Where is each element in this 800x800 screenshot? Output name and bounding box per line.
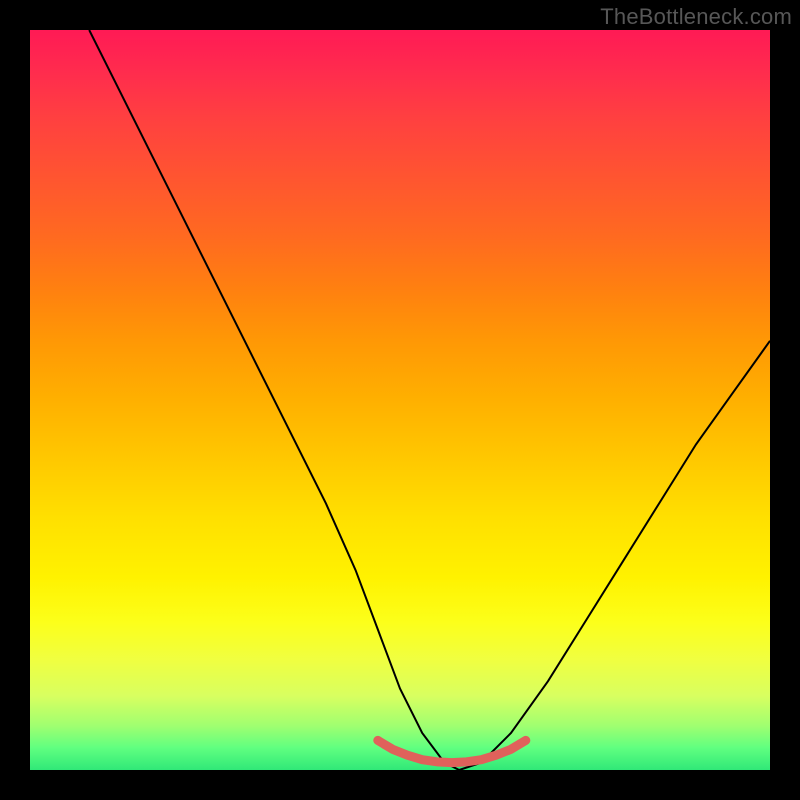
chart-frame: { "watermark": "TheBottleneck.com", "cha… bbox=[0, 0, 800, 800]
watermark-text: TheBottleneck.com bbox=[600, 4, 792, 30]
bottleneck-curve bbox=[89, 30, 770, 770]
optimal-band bbox=[378, 740, 526, 762]
chart-svg bbox=[30, 30, 770, 770]
plot-area bbox=[30, 30, 770, 770]
